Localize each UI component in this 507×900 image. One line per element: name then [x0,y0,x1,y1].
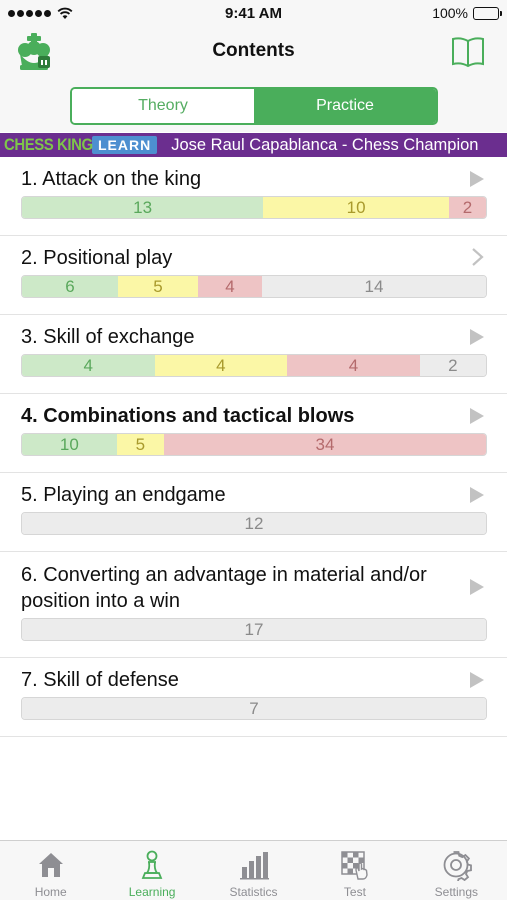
item-title: 4. Combinations and tactical blows [21,405,355,427]
play-arrow-icon [470,171,484,187]
solved-segment: 6 [22,276,118,297]
progress-bar: 13 10 2 [21,196,487,219]
tab-test[interactable]: Test [304,841,405,900]
tab-label: Home [34,885,67,899]
tab-theory[interactable]: Theory [72,89,254,123]
tab-label: Learning [128,885,176,899]
progress-bar: 7 [21,697,487,720]
item-title: 1. Attack on the king [21,168,202,190]
learn-badge: LEARN [92,136,158,154]
unsolved-segment: 7 [22,698,486,719]
progress-bar: 6 5 4 14 [21,275,487,298]
tab-statistics[interactable]: Statistics [203,841,304,900]
progress-bar: 4 4 4 2 [21,354,487,377]
course-banner: CHESS KING LEARN Jose Raul Capablanca - … [0,133,507,157]
play-arrow-icon [470,672,484,688]
status-bar: 9:41 AM 100% [0,0,507,28]
unsolved-segment: 14 [262,276,486,297]
progress-bar: 12 [21,512,487,535]
item-title: 7. Skill of defense [21,669,179,691]
list-item[interactable]: 5. Playing an endgame 12 [0,473,507,552]
solved-segment: 10 [22,434,117,455]
page-title: Contents [212,40,295,61]
progress-bar: 10 5 34 [21,433,487,456]
gear-icon [443,851,473,881]
item-title: 6. Converting an advantage in material a… [21,564,427,612]
battery-percent: 100% [432,5,468,21]
failed-segment: 2 [448,197,486,218]
play-arrow-icon [470,329,484,345]
contents-list: 1. Attack on the king 13 10 2 2. Positio… [0,157,507,737]
progress-bar: 17 [21,618,487,641]
brand-name: CHESS KING [4,135,93,154]
unsolved-segment: 12 [22,513,486,534]
partial-segment: 10 [263,197,449,218]
unsolved-segment: 17 [22,619,486,640]
tab-label: Settings [434,885,478,899]
home-icon [38,853,63,877]
battery-status: 100% [432,5,502,21]
tab-settings[interactable]: Settings [406,841,507,900]
status-time: 9:41 AM [225,5,282,22]
battery-icon [473,6,502,20]
bar-chart-icon [239,852,269,880]
tab-label: Test [343,885,366,899]
book-icon[interactable] [451,36,485,68]
list-item[interactable]: 4. Combinations and tactical blows 10 5 … [0,394,507,473]
tab-home[interactable]: Home [0,841,101,900]
list-item[interactable]: 1. Attack on the king 13 10 2 [0,157,507,236]
item-title: 2. Positional play [21,247,173,269]
failed-segment: 4 [198,276,262,297]
list-item[interactable]: 7. Skill of defense 7 [0,658,507,737]
item-title: 5. Playing an endgame [21,484,226,506]
failed-segment: 4 [287,355,420,376]
solved-segment: 13 [22,197,264,218]
tab-learning[interactable]: Learning [101,841,202,900]
course-title: Jose Raul Capablanca - Chess Champion [171,135,479,154]
partial-segment: 4 [154,355,288,376]
item-title: 3. Skill of exchange [21,326,195,348]
tab-bar: Home Learning Statistics Test Settings [0,840,507,900]
list-item[interactable]: 6. Converting an advantage in material a… [0,552,507,658]
pawn-icon [141,850,163,879]
chessboard-hand-icon [341,851,368,880]
theory-practice-switch: Theory Practice [70,87,438,125]
solved-segment: 4 [22,355,155,376]
chevron-right-icon [472,248,484,266]
play-arrow-icon [470,408,484,424]
play-arrow-icon [470,579,484,595]
partial-segment: 5 [116,434,165,455]
unsolved-segment: 2 [419,355,486,376]
navigation-bar: Contents [0,28,507,78]
failed-segment: 34 [164,434,486,455]
tab-practice[interactable]: Practice [254,89,436,123]
play-arrow-icon [470,487,484,503]
tab-label: Statistics [229,885,278,899]
partial-segment: 5 [118,276,198,297]
segment-area: Theory Practice [0,78,507,132]
list-item[interactable]: 2. Positional play 6 5 4 14 [0,236,507,315]
list-item[interactable]: 3. Skill of exchange 4 4 4 2 [0,315,507,394]
